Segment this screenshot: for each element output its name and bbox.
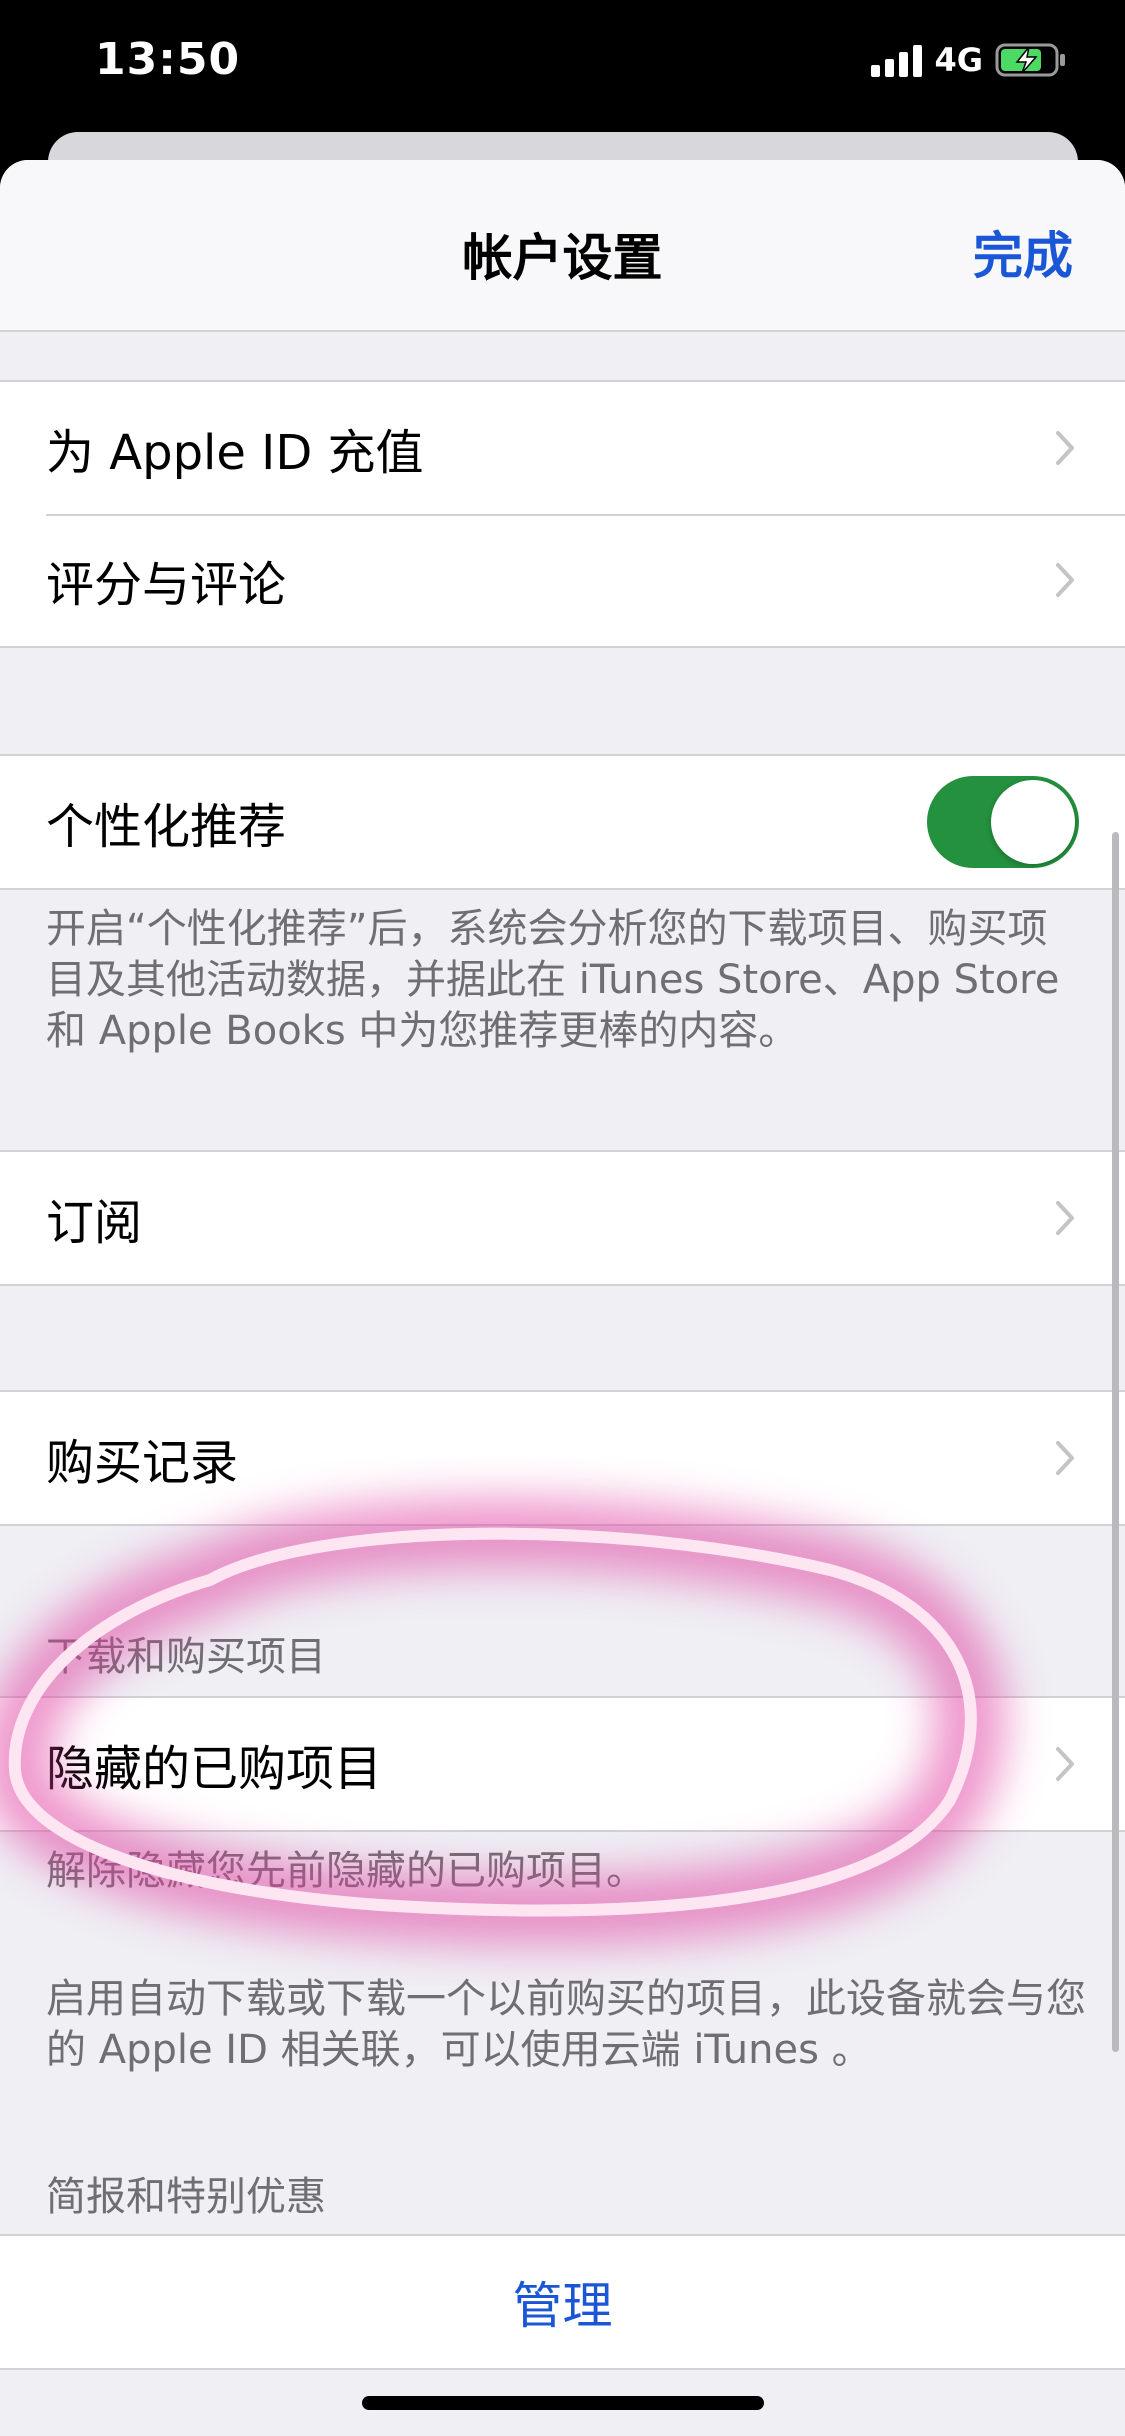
ratings-reviews-label: 评分与评论 [46, 557, 287, 613]
chevron-right-icon [1056, 1747, 1074, 1781]
subscriptions-label: 订阅 [46, 1195, 143, 1251]
done-button[interactable]: 完成 [973, 216, 1073, 288]
personalization-label: 个性化推荐 [46, 799, 287, 855]
personalization-toggle[interactable] [927, 776, 1079, 868]
ratings-reviews-row[interactable]: 评分与评论 [0, 514, 1125, 646]
purchase-history-group: 购买记录 [0, 1390, 1125, 1526]
chevron-right-icon [1056, 1201, 1074, 1235]
chevron-right-icon [1056, 563, 1074, 597]
newsletters-group: 管理 [0, 2234, 1125, 2370]
personalization-note: 开启“个性化推荐”后，系统会分析您的下载项目、购买项目及其他活动数据，并据此在 … [46, 906, 1060, 1054]
personalization-group: 个性化推荐 [0, 754, 1125, 890]
personalization-row: 个性化推荐 [0, 756, 1125, 888]
add-funds-row[interactable]: 为 Apple ID 充值 [0, 382, 1125, 514]
hidden-purchases-note: 解除隐藏您先前隐藏的已购项目。 [46, 1848, 646, 1894]
home-indicator[interactable] [362, 2396, 764, 2410]
hidden-purchases-row[interactable]: 隐藏的已购项目 [0, 1698, 1125, 1830]
subscriptions-row[interactable]: 订阅 [0, 1152, 1125, 1284]
toggle-knob [991, 780, 1075, 864]
auto-download-note: 启用自动下载或下载一个以前购买的项目，此设备就会与您的 Apple ID 相关联… [46, 1976, 1086, 2073]
network-label: 4G [934, 41, 983, 79]
newsletters-section-header: 简报和特别优惠 [46, 2174, 326, 2220]
scrollbar[interactable] [1112, 832, 1119, 2052]
status-icons: 4G [871, 40, 1067, 80]
account-settings-sheet: 帐户设置 完成 为 Apple ID 充值 评分与评论 个性化推荐 开启“个性化… [0, 160, 1125, 2436]
manage-row[interactable]: 管理 [0, 2236, 1125, 2368]
hidden-purchases-group: 隐藏的已购项目 [0, 1696, 1125, 1832]
manage-button[interactable]: 管理 [513, 2266, 613, 2338]
battery-charging-icon [995, 43, 1065, 77]
chevron-right-icon [1056, 431, 1074, 465]
hidden-purchases-label: 隐藏的已购项目 [46, 1741, 383, 1797]
purchase-history-label: 购买记录 [46, 1435, 239, 1491]
status-time: 13:50 [95, 34, 241, 85]
downloads-section-header: 下载和购买项目 [46, 1634, 326, 1680]
subscriptions-group: 订阅 [0, 1150, 1125, 1286]
page-title: 帐户设置 [462, 229, 663, 287]
signal-icon [871, 43, 923, 77]
navigation-bar: 帐户设置 完成 [0, 160, 1125, 332]
purchase-history-row[interactable]: 购买记录 [0, 1392, 1125, 1524]
add-funds-label: 为 Apple ID 充值 [46, 425, 424, 481]
status-bar: 13:50 4G [0, 0, 1125, 130]
account-group: 为 Apple ID 充值 评分与评论 [0, 380, 1125, 648]
chevron-right-icon [1056, 1441, 1074, 1475]
